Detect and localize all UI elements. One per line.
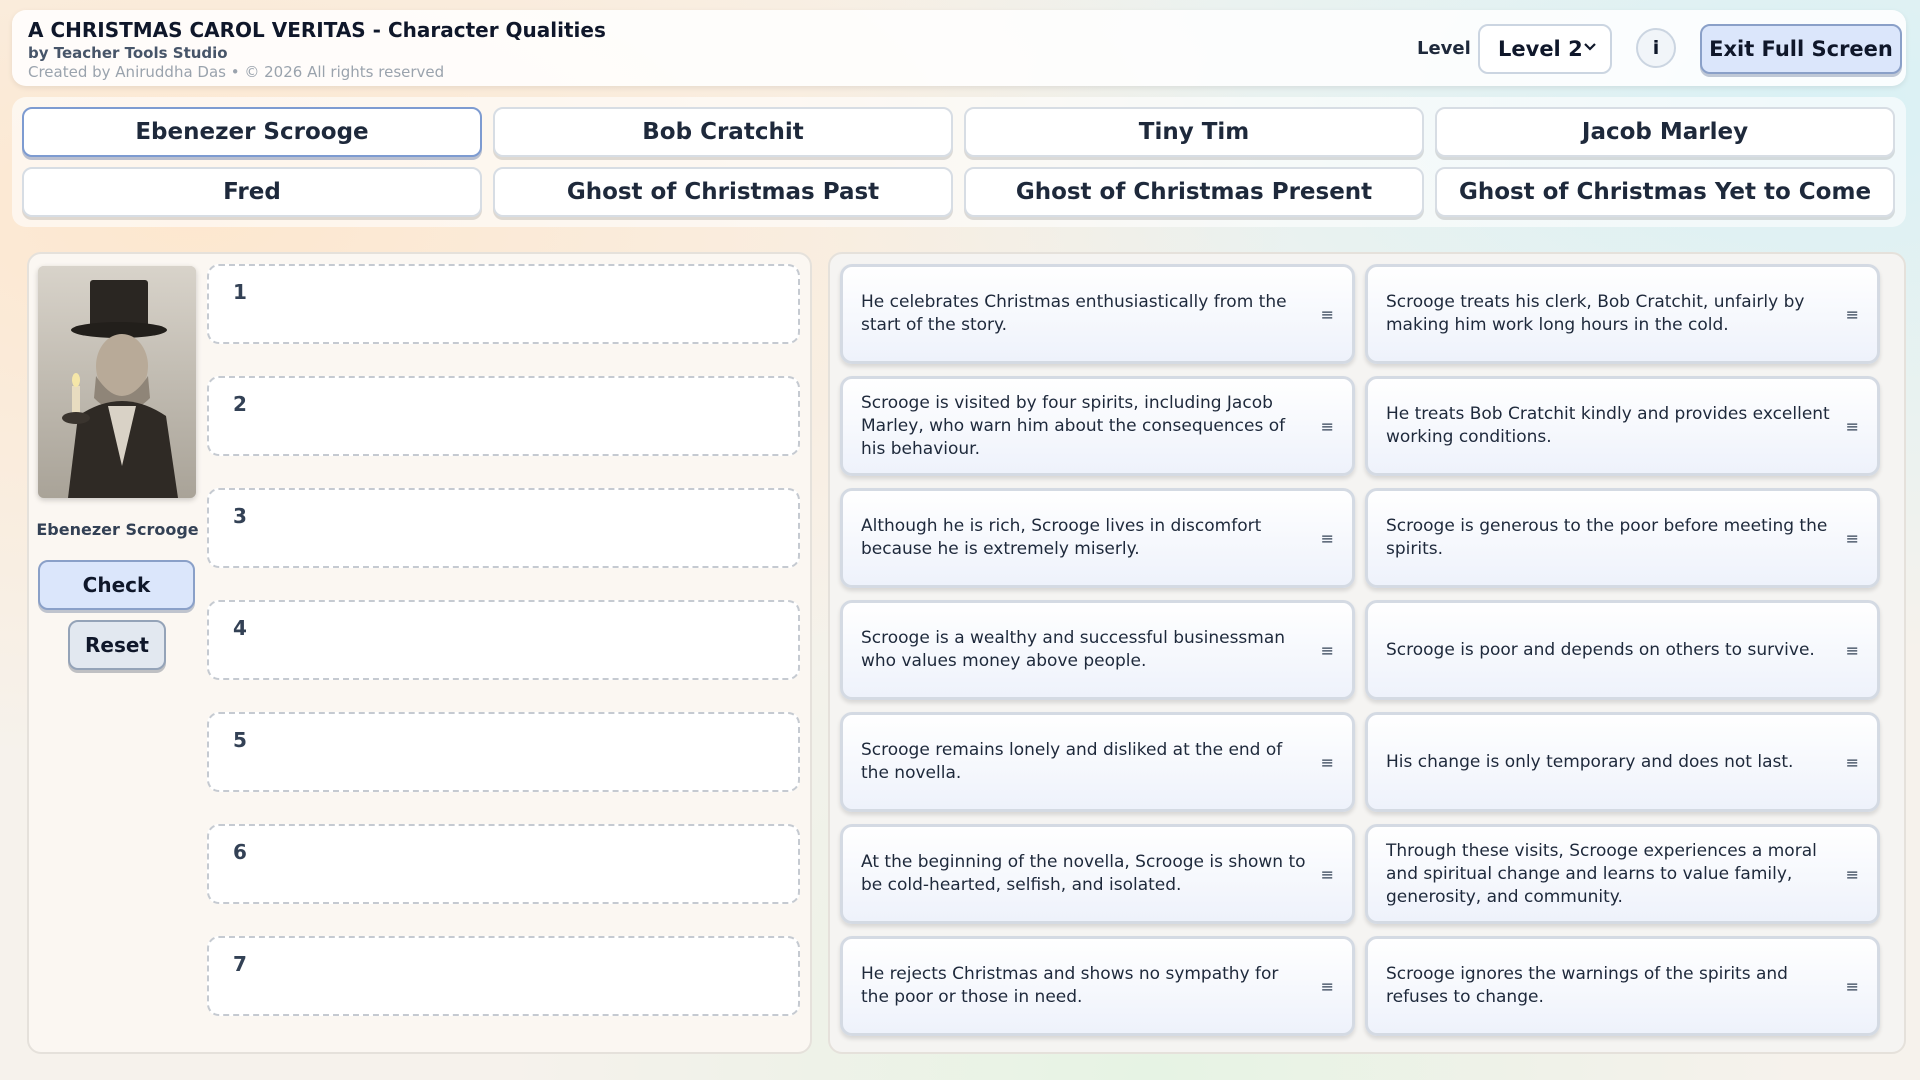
statement-text: Scrooge treats his clerk, Bob Cratchit, … [1386,292,1805,335]
statement-card[interactable]: Although he is rich, Scrooge lives in di… [840,488,1355,588]
statement-text: He celebrates Christmas enthusiastically… [861,292,1287,335]
statement-text: Scrooge remains lonely and disliked at t… [861,740,1283,783]
statement-card[interactable]: Scrooge is visited by four spirits, incl… [840,376,1355,476]
answer-slot[interactable]: 3 [207,488,800,568]
statement-text: Scrooge is visited by four spirits, incl… [861,392,1286,459]
tab-ghost-christmas-past[interactable]: Ghost of Christmas Past [493,167,953,217]
app-byline: by Teacher Tools Studio [28,44,228,62]
level-select[interactable]: Level 2 [1478,24,1612,74]
statement-text: His change is only temporary and does no… [1386,751,1794,772]
tab-tiny-tim[interactable]: Tiny Tim [964,107,1424,157]
slot-number: 5 [233,728,247,752]
statement-card[interactable]: At the beginning of the novella, Scrooge… [840,824,1355,924]
statement-card[interactable]: Scrooge remains lonely and disliked at t… [840,712,1355,812]
tab-ghost-christmas-yet-to-come[interactable]: Ghost of Christmas Yet to Come [1435,167,1895,217]
drag-handle-icon[interactable]: ≡ [1321,975,1334,998]
tab-fred[interactable]: Fred [22,167,482,217]
statement-text: At the beginning of the novella, Scrooge… [861,852,1306,895]
answer-slot[interactable]: 1 [207,264,800,344]
drag-handle-icon[interactable]: ≡ [1321,751,1334,774]
character-name: Ebenezer Scrooge [36,520,199,539]
app-title: A CHRISTMAS CAROL VERITAS - Character Qu… [28,18,606,42]
level-label: Level [1417,38,1471,59]
drag-handle-icon[interactable]: ≡ [1846,975,1859,998]
answer-slot[interactable]: 5 [207,712,800,792]
check-button[interactable]: Check [38,560,195,610]
app-header: A CHRISTMAS CAROL VERITAS - Character Qu… [12,10,1906,86]
drag-handle-icon[interactable]: ≡ [1846,863,1859,886]
answer-slot[interactable]: 6 [207,824,800,904]
slot-number: 7 [233,952,247,976]
character-portrait [38,266,196,498]
answer-slot[interactable]: 7 [207,936,800,1016]
answer-slot[interactable]: 4 [207,600,800,680]
tab-ebenezer-scrooge[interactable]: Ebenezer Scrooge [22,107,482,157]
drag-handle-icon[interactable]: ≡ [1846,639,1859,662]
info-button[interactable]: i [1636,28,1676,68]
drag-handle-icon[interactable]: ≡ [1321,415,1334,438]
statement-text: Through these visits, Scrooge experience… [1386,840,1817,907]
statement-card[interactable]: Through these visits, Scrooge experience… [1365,824,1880,924]
statement-card[interactable]: Scrooge is generous to the poor before m… [1365,488,1880,588]
slot-number: 1 [233,280,247,304]
character-tabs: Ebenezer Scrooge Bob Cratchit Tiny Tim J… [12,97,1906,227]
exit-fullscreen-button[interactable]: Exit Full Screen [1700,24,1902,74]
drag-handle-icon[interactable]: ≡ [1321,639,1334,662]
statement-card[interactable]: He rejects Christmas and shows no sympat… [840,936,1355,1036]
drag-handle-icon[interactable]: ≡ [1846,415,1859,438]
slot-number: 6 [233,840,247,864]
statement-card[interactable]: He celebrates Christmas enthusiastically… [840,264,1355,364]
drag-handle-icon[interactable]: ≡ [1846,527,1859,550]
slot-number: 2 [233,392,247,416]
chevron-down-icon [1582,38,1598,58]
statement-card[interactable]: His change is only temporary and does no… [1365,712,1880,812]
statement-card[interactable]: Scrooge treats his clerk, Bob Cratchit, … [1365,264,1880,364]
tab-ghost-christmas-present[interactable]: Ghost of Christmas Present [964,167,1424,217]
statement-text: He rejects Christmas and shows no sympat… [861,964,1279,1007]
statement-text: Scrooge is generous to the poor before m… [1386,516,1828,559]
statement-text: Scrooge is poor and depends on others to… [1386,639,1815,660]
tab-jacob-marley[interactable]: Jacob Marley [1435,107,1895,157]
drag-handle-icon[interactable]: ≡ [1321,863,1334,886]
slot-number: 4 [233,616,247,640]
statement-card[interactable]: Scrooge ignores the warnings of the spir… [1365,936,1880,1036]
level-select-value: Level 2 [1498,37,1583,61]
tab-bob-cratchit[interactable]: Bob Cratchit [493,107,953,157]
drag-handle-icon[interactable]: ≡ [1846,751,1859,774]
answer-slot[interactable]: 2 [207,376,800,456]
drag-handle-icon[interactable]: ≡ [1321,303,1334,326]
drag-handle-icon[interactable]: ≡ [1321,527,1334,550]
statement-text: He treats Bob Cratchit kindly and provid… [1386,404,1830,447]
statement-card[interactable]: Scrooge is poor and depends on others to… [1365,600,1880,700]
drag-handle-icon[interactable]: ≡ [1846,303,1859,326]
statement-card[interactable]: Scrooge is a wealthy and successful busi… [840,600,1355,700]
statement-text: Scrooge ignores the warnings of the spir… [1386,964,1788,1007]
app-credit: Created by Aniruddha Das • © 2026 All ri… [28,63,445,81]
slot-number: 3 [233,504,247,528]
reset-button[interactable]: Reset [68,620,166,670]
statement-text: Although he is rich, Scrooge lives in di… [861,516,1262,559]
statement-text: Scrooge is a wealthy and successful busi… [861,628,1286,671]
statement-card[interactable]: He treats Bob Cratchit kindly and provid… [1365,376,1880,476]
